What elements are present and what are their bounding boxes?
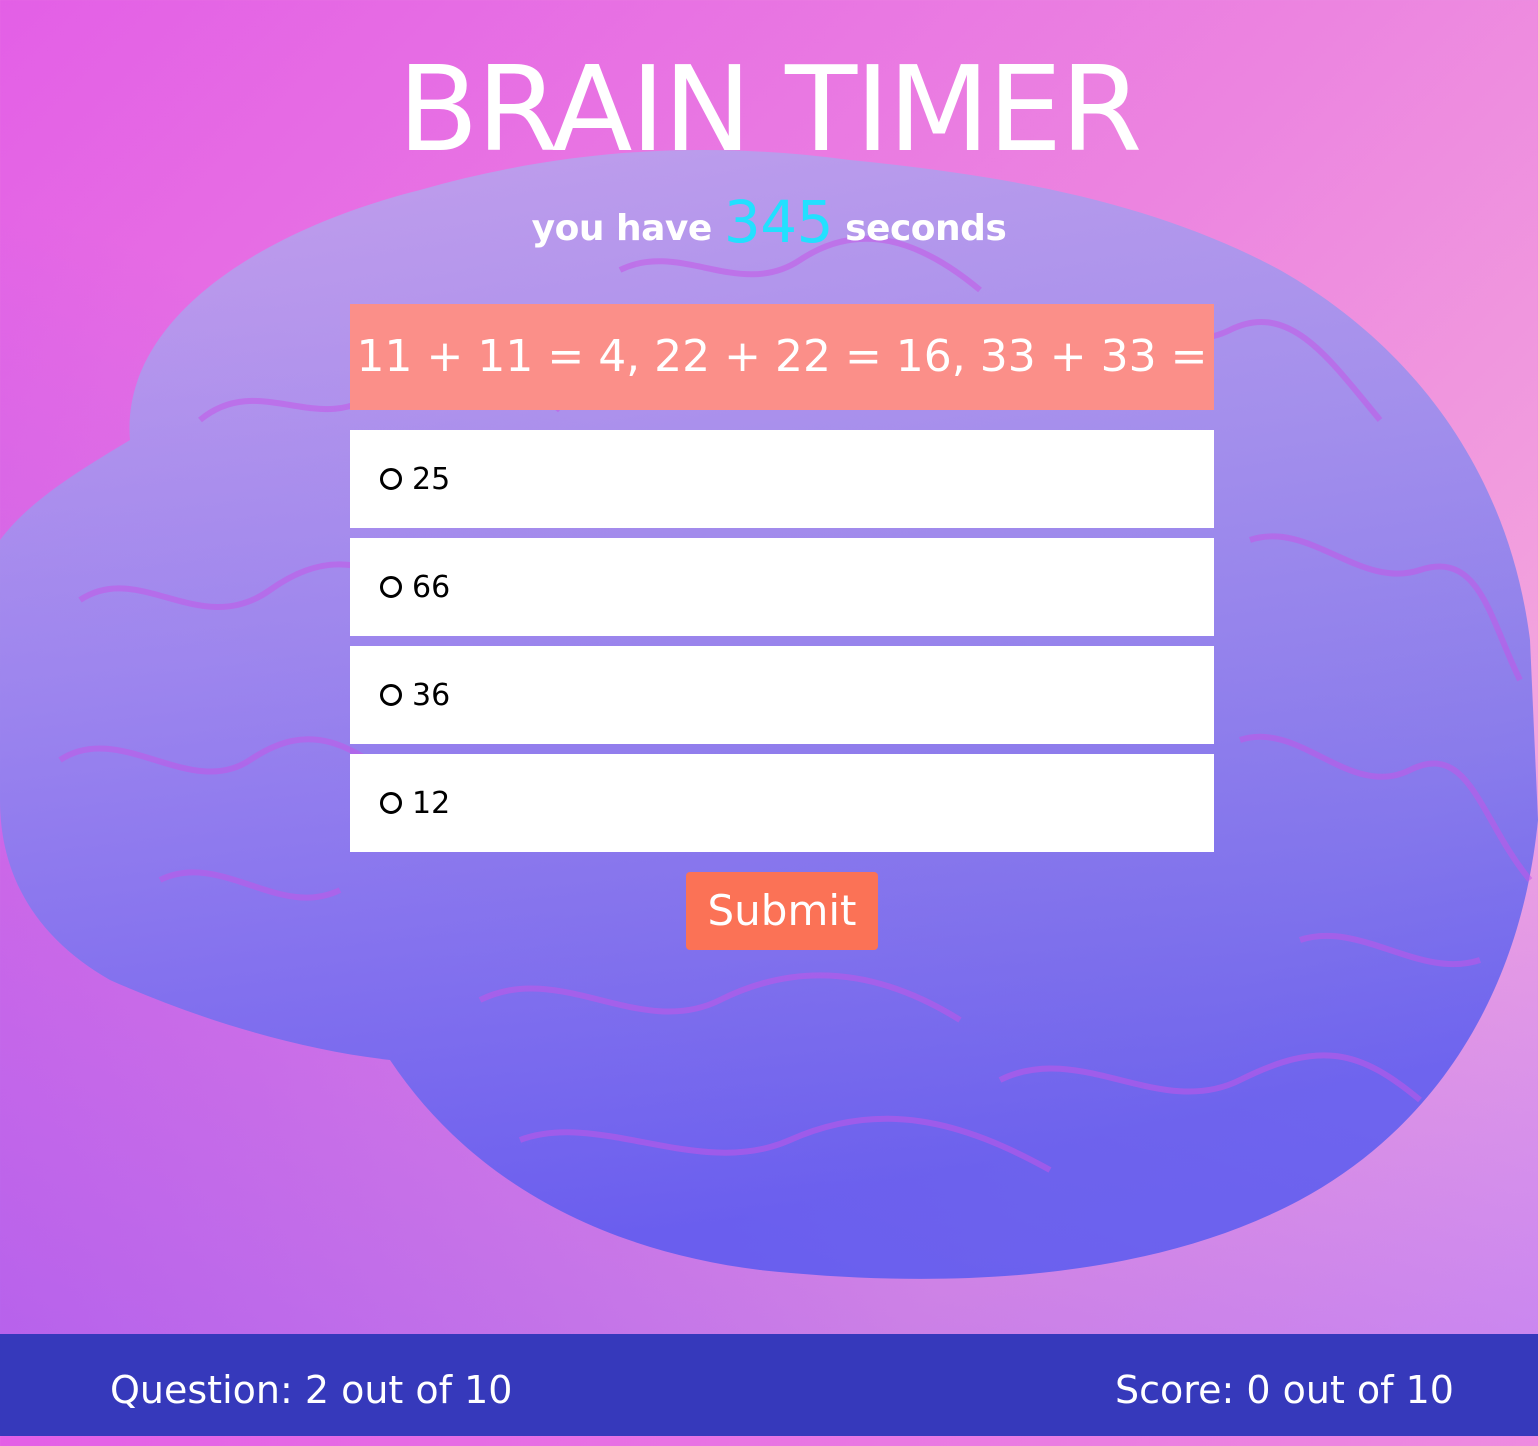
answer-option-label: 12 [412, 785, 451, 821]
status-footer: Question: 2 out of 10 Score: 0 out of 10 [0, 1334, 1538, 1436]
question-progress: Question: 2 out of 10 [110, 1368, 513, 1412]
answer-option-label: 66 [412, 569, 451, 605]
radio-button-icon[interactable] [380, 684, 402, 706]
radio-button-icon[interactable] [380, 792, 402, 814]
radio-button-icon[interactable] [380, 576, 402, 598]
answer-option-3[interactable]: 36 [350, 646, 1214, 744]
question-text: 11 + 11 = 4, 22 + 22 = 16, 33 + 33 = ? [350, 304, 1214, 488]
answer-option-label: 25 [412, 461, 451, 497]
app-title: BRAIN TIMER [397, 40, 1143, 178]
timer-prefix: you have [531, 208, 713, 249]
answer-option-label: 36 [412, 677, 451, 713]
quiz-card: 11 + 11 = 4, 22 + 22 = 16, 33 + 33 = ? 2… [350, 304, 1214, 862]
submit-button[interactable]: Submit [686, 872, 878, 950]
answer-option-2[interactable]: 66 [350, 538, 1214, 636]
radio-button-icon[interactable] [380, 468, 402, 490]
timer-display: you have 345 seconds [0, 182, 1538, 269]
timer-seconds-count: 345 [723, 188, 834, 256]
timer-suffix: seconds [845, 208, 1007, 249]
score-display: Score: 0 out of 10 [1115, 1368, 1454, 1412]
answer-option-4[interactable]: 12 [350, 754, 1214, 852]
